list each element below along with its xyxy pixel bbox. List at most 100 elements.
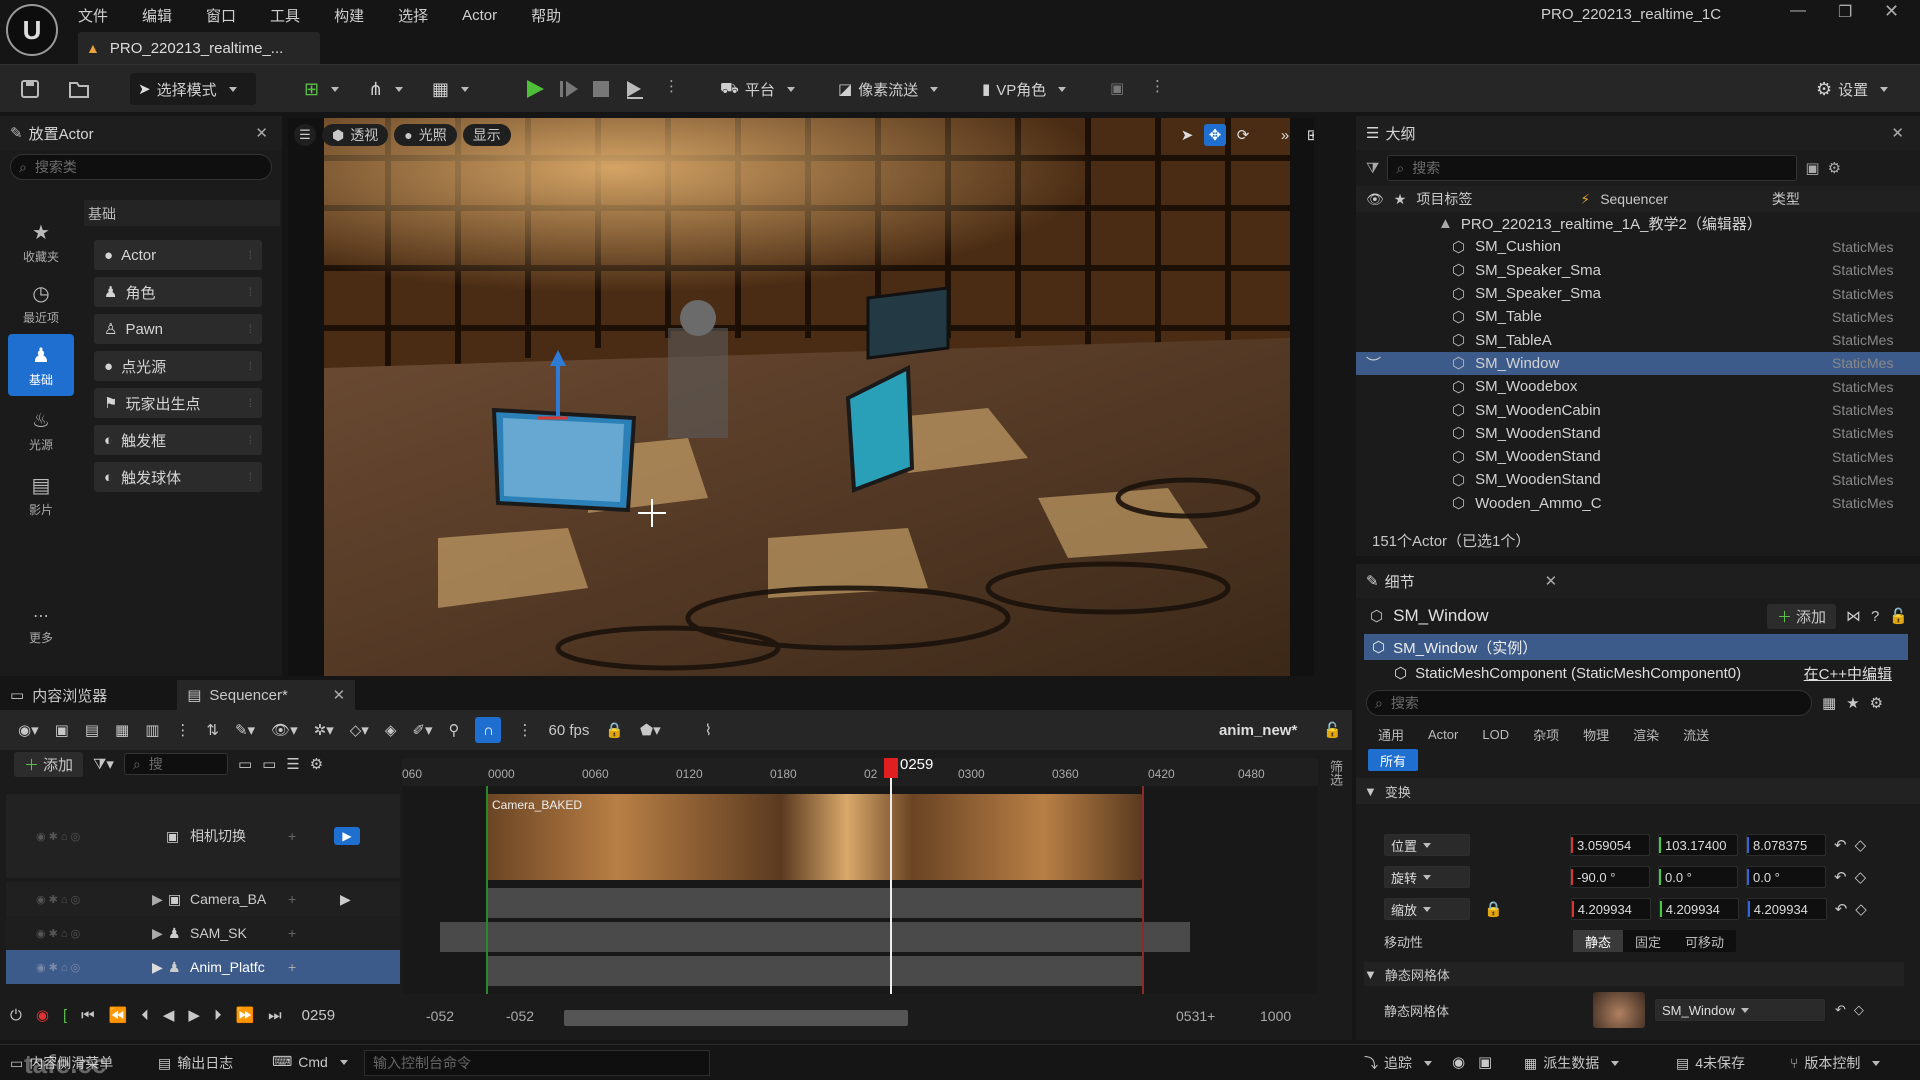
outliner-row[interactable]: ⬡ SM_WoodenStand StaticMes xyxy=(1356,422,1920,445)
tab-general[interactable]: 通用 xyxy=(1366,723,1416,745)
set-start-icon[interactable]: [ xyxy=(63,1007,67,1024)
mobility-stationary[interactable]: 固定 xyxy=(1623,930,1673,952)
lock-icon[interactable]: 🔓 xyxy=(1889,607,1908,625)
eject-icon[interactable] xyxy=(624,78,646,100)
timeline[interactable]: 060 0000 0060 0120 0180 02 0300 0360 042… xyxy=(402,756,1318,994)
table-view-icon[interactable]: ▦ xyxy=(1822,694,1836,712)
mesh-dropdown[interactable]: SM_Window xyxy=(1655,999,1826,1021)
world-icon[interactable]: ◉▾ xyxy=(18,721,39,739)
jump-start-icon[interactable]: ⏮ xyxy=(81,1007,95,1024)
step-icon[interactable] xyxy=(558,78,580,100)
column-label[interactable]: 项目标签 xyxy=(1416,189,1472,209)
playhead-handle[interactable] xyxy=(884,758,898,778)
pin-icon[interactable]: ★ xyxy=(1394,191,1407,208)
close-details-icon[interactable]: ✕ xyxy=(1545,572,1558,590)
fps-lock-icon[interactable]: 🔒 xyxy=(605,721,624,739)
actor-item-point-light[interactable]: ● 点光源 ⁞ xyxy=(94,351,262,381)
select-tool-icon[interactable]: ➤ xyxy=(1176,124,1198,146)
category-basic[interactable]: ♟ 基础 xyxy=(8,334,74,396)
outliner-row[interactable]: ︶ ⬡ SM_Window StaticMes xyxy=(1356,351,1920,376)
menu-build[interactable]: 构建 xyxy=(334,5,364,26)
filter-side-label[interactable]: 筛选 xyxy=(1326,760,1345,786)
level-tab[interactable]: ▲ PRO_220213_realtime_... xyxy=(78,32,320,64)
gear-icon[interactable]: ⚙ xyxy=(1828,159,1841,177)
tab-lod[interactable]: LOD xyxy=(1470,723,1521,745)
brush-icon[interactable]: ✐▾ xyxy=(412,721,432,739)
rotation-y[interactable]: 0.0 ° xyxy=(1658,866,1738,888)
outliner-root[interactable]: ▲ PRO_220213_realtime_1A_教学2（编辑器） xyxy=(1356,212,1920,235)
hierarchy-icon[interactable]: ⋈ xyxy=(1846,607,1861,625)
tab-rendering[interactable]: 渲染 xyxy=(1621,723,1671,745)
reset-icon[interactable]: ↶ xyxy=(1835,900,1848,918)
record-icon[interactable]: ◉ xyxy=(1452,1053,1465,1071)
cmd-dropdown[interactable]: ⌨ Cmd xyxy=(272,1053,348,1070)
rotation-x[interactable]: -90.0 ° xyxy=(1570,866,1650,888)
tab-physics[interactable]: 物理 xyxy=(1571,723,1621,745)
camera-section[interactable] xyxy=(486,888,1142,918)
current-frame[interactable]: 0259 xyxy=(302,1007,335,1024)
place-actors-search[interactable]: ⌕ 搜索类 xyxy=(10,154,272,180)
pixel-streaming-dropdown[interactable]: ◪ 像素流送 xyxy=(830,73,946,105)
add-folder-icon[interactable]: ▣ xyxy=(1805,159,1819,177)
tab-streaming[interactable]: 流送 xyxy=(1671,723,1721,745)
menu-tools[interactable]: 工具 xyxy=(270,5,300,26)
rotation-z[interactable]: 0.0 ° xyxy=(1746,866,1826,888)
menu-edit[interactable]: 编辑 xyxy=(142,5,172,26)
location-y[interactable]: 103.17400 xyxy=(1658,834,1738,856)
tab-misc[interactable]: 杂项 xyxy=(1521,723,1571,745)
curve-editor-icon[interactable]: ⌇ xyxy=(705,721,712,739)
unreal-logo-icon[interactable]: U xyxy=(6,4,58,56)
sam-section[interactable] xyxy=(440,922,1190,952)
lock-icon[interactable]: 🔓 xyxy=(1323,721,1342,739)
menu-select[interactable]: 选择 xyxy=(398,5,428,26)
location-z[interactable]: 8.078375 xyxy=(1746,834,1826,856)
visibility-icon[interactable]: 👁 xyxy=(1366,191,1384,208)
stop-rec-icon[interactable]: ⏻ xyxy=(10,1007,22,1024)
unsaved-button[interactable]: ▤ 4未保存 xyxy=(1676,1053,1745,1073)
add-actor-dropdown[interactable]: ⊞ xyxy=(296,73,347,105)
add-key-icon[interactable]: + xyxy=(288,828,296,844)
collapse-icon[interactable]: ▭ xyxy=(238,755,252,773)
source-control-dropdown[interactable]: ⑂ 版本控制 xyxy=(1790,1053,1880,1073)
next-key-icon[interactable]: ⏩ xyxy=(235,1006,254,1024)
camera-small-icon[interactable]: ▶ xyxy=(340,891,351,908)
scale-x[interactable]: 4.209934 xyxy=(1570,898,1651,920)
scale-dropdown[interactable]: 缩放 xyxy=(1384,898,1470,920)
add-key-icon[interactable]: + xyxy=(288,925,296,941)
expand-arrow-icon[interactable]: ▶ xyxy=(152,959,163,976)
category-more[interactable]: ⋯ 更多 xyxy=(8,596,74,656)
record-icon[interactable]: ◉ xyxy=(36,1006,49,1024)
anim-section[interactable] xyxy=(486,956,1142,986)
track-camera[interactable]: ◉ ✱ ⌂ ◎ ▶ ▣ Camera_BA + ▶ xyxy=(6,882,400,916)
tab-actor[interactable]: Actor xyxy=(1416,723,1470,745)
transform-section[interactable]: ▼ 变换 xyxy=(1356,778,1920,804)
add-key-icon[interactable]: + xyxy=(288,959,296,975)
static-mesh-section[interactable]: ▼ 静态网格体 xyxy=(1364,962,1904,986)
track-search[interactable]: ⌕ 搜 xyxy=(123,753,228,775)
camera-icon[interactable]: ▦ xyxy=(115,721,129,739)
outliner-row[interactable]: ⬡ Wooden_Ammo_C StaticMes xyxy=(1356,492,1920,515)
key-tool-icon[interactable]: ✎▾ xyxy=(235,721,255,739)
track-camera-cut[interactable]: ◉ ✱ ⌂ ◎ ▣ 相机切换 + ▶ xyxy=(6,794,400,878)
track-sam-sk[interactable]: ◉ ✱ ⌂ ◎ ▶ ♟ SAM_SK + xyxy=(6,916,400,950)
browse-icon[interactable] xyxy=(66,77,92,101)
mobility-static[interactable]: 静态 xyxy=(1573,930,1624,952)
rotation-dropdown[interactable]: 旋转 xyxy=(1384,866,1470,888)
console-input[interactable]: 输入控制台命令 xyxy=(364,1050,710,1076)
track-anim-platform[interactable]: ◉ ✱ ⌂ ◎ ▶ ♟ Anim_Platfc + xyxy=(6,950,400,984)
move-tool-icon[interactable]: ✥ xyxy=(1204,124,1226,146)
camera-cut-clip[interactable]: Camera_BAKED xyxy=(486,794,1142,880)
outliner-row[interactable]: ⬡ SM_WoodenCabin StaticMes xyxy=(1356,398,1920,421)
layout-icon[interactable]: ⊞ xyxy=(1302,124,1314,146)
star-icon[interactable]: ★ xyxy=(1846,694,1859,712)
column-type[interactable]: 类型 xyxy=(1772,189,1800,209)
save-as-icon[interactable]: ▤ xyxy=(85,721,99,739)
reset-icon[interactable]: ↶ xyxy=(1834,868,1847,886)
work-start[interactable]: -052 xyxy=(506,1008,534,1024)
location-dropdown[interactable]: 位置 xyxy=(1384,834,1470,856)
close-panel-icon[interactable]: ✕ xyxy=(255,124,268,142)
view-start[interactable]: -052 xyxy=(426,1008,454,1024)
outliner-row[interactable]: ⬡ SM_WoodenStand StaticMes xyxy=(1356,468,1920,491)
level-viewport[interactable]: ☰ ⬢ 透视 ● 光照 显示 ➤ ✥ ⟳ » ⊞ xyxy=(288,118,1314,676)
scale-z[interactable]: 4.209934 xyxy=(1746,898,1827,920)
